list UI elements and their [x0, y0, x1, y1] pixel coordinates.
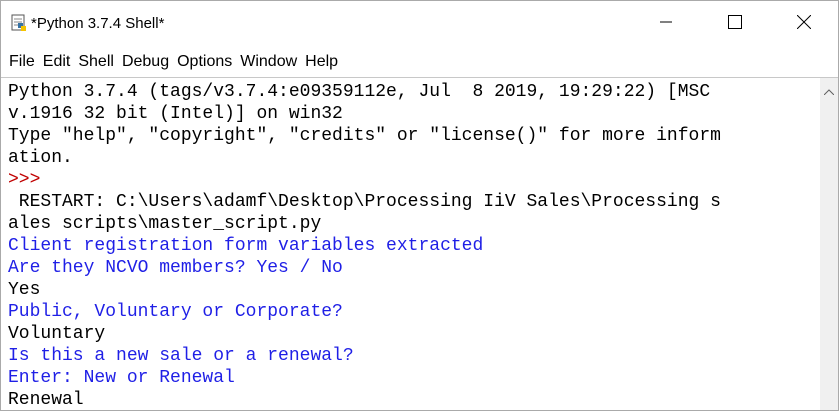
maximize-button[interactable]	[700, 1, 769, 47]
menu-window[interactable]: Window	[236, 47, 301, 77]
python-idle-icon	[9, 13, 29, 33]
menu-file[interactable]: File	[5, 47, 39, 77]
maximize-icon	[727, 14, 742, 34]
shell-input-line: Renewal	[8, 390, 84, 410]
shell-stdout-line: Enter: New or Renewal	[8, 368, 235, 388]
title-bar: *Python 3.7.4 Shell*	[1, 1, 838, 47]
shell-line: v.1916 32 bit (Intel)] on win32	[8, 104, 343, 124]
vertical-scrollbar[interactable]	[820, 77, 838, 410]
shell-line: Type "help", "copyright", "credits" or "…	[8, 126, 721, 146]
shell-input-line: Voluntary	[8, 324, 106, 344]
shell-stdout-line: Client registration form variables extra…	[8, 236, 484, 256]
close-button[interactable]	[769, 1, 838, 47]
shell-stdout-line: Is this a new sale or a renewal?	[8, 346, 354, 366]
shell-line: ales scripts\master_script.py	[8, 214, 333, 234]
shell-stdout-line: Public, Voluntary or Corporate?	[8, 302, 343, 322]
shell-prompt: >>>	[8, 170, 52, 190]
shell-line: ation.	[8, 148, 73, 168]
idle-shell-window: *Python 3.7.4 Shell* File Edit Shell Deb…	[0, 0, 839, 411]
menu-debug[interactable]: Debug	[118, 47, 173, 77]
menu-help[interactable]: Help	[301, 47, 342, 77]
menu-options[interactable]: Options	[173, 47, 236, 77]
shell-stdout-line: Are they NCVO members? Yes / No	[8, 258, 343, 278]
window-title: *Python 3.7.4 Shell*	[31, 15, 165, 32]
chevron-up-icon	[823, 82, 835, 100]
menu-edit[interactable]: Edit	[39, 47, 75, 77]
menu-shell[interactable]: Shell	[74, 47, 118, 77]
shell-output[interactable]: Python 3.7.4 (tags/v3.7.4:e09359112e, Ju…	[1, 77, 820, 410]
scroll-up-button[interactable]	[820, 82, 838, 100]
minimize-button[interactable]	[631, 1, 700, 47]
menu-bar: File Edit Shell Debug Options Window Hel…	[1, 47, 838, 77]
minimize-icon	[659, 15, 672, 33]
shell-line: RESTART: C:\Users\adamf\Desktop\Processi…	[8, 192, 721, 212]
shell-line: Python 3.7.4 (tags/v3.7.4:e09359112e, Ju…	[8, 82, 711, 102]
shell-input-line: Yes	[8, 280, 41, 300]
close-icon	[796, 14, 811, 34]
